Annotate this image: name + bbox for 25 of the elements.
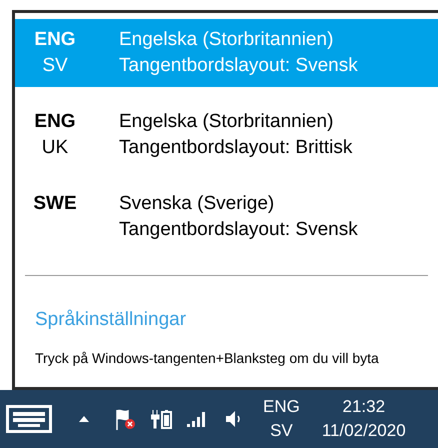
language-code: ENG (34, 110, 76, 134)
language-name: Engelska (Storbritannien) (119, 28, 334, 52)
language-name: Svenska (Sverige) (119, 192, 276, 216)
battery-icon[interactable] (151, 408, 173, 430)
hint-text: Tryck på Windows-tangenten+Blanksteg om du vill byta (35, 349, 380, 368)
language-code: SWE (33, 192, 77, 216)
clock-date: 11/02/2020 (322, 420, 406, 442)
keyboard-layout: Tangentbordslayout: Brittisk (119, 136, 352, 160)
layout-code: UK (42, 136, 68, 160)
touch-keyboard-icon[interactable] (6, 405, 52, 433)
language-name: Engelska (Storbritannien) (119, 110, 334, 134)
input-layout: SV (270, 420, 293, 442)
input-language: ENG (263, 396, 300, 418)
input-indicator[interactable]: ENG SV (263, 395, 300, 443)
chevron-up-icon[interactable] (79, 416, 89, 422)
keyboard-layout: Tangentbordslayout: Svensk (119, 54, 358, 78)
clock[interactable]: 21:32 11/02/2020 (322, 395, 406, 443)
language-code: ENG (34, 28, 76, 52)
language-item[interactable]: ENG UK Engelska (Storbritannien) Tangentbordslayout: Brittisk (15, 101, 438, 169)
language-item[interactable]: SWE Svenska (Sverige) Tangentbordslayout: Svensk (15, 183, 438, 251)
keyboard-layout: Tangentbordslayout: Svensk (119, 218, 358, 242)
flag-icon[interactable] (115, 408, 137, 430)
layout-code: SV (42, 54, 68, 78)
signal-icon[interactable] (187, 411, 207, 427)
clock-time: 21:32 (342, 396, 386, 418)
